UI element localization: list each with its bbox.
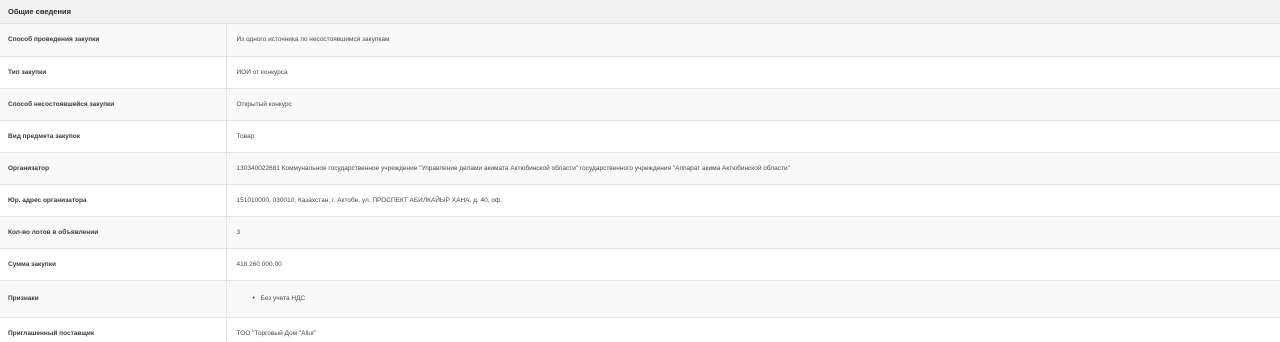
row-procurement-amount: Сумма закупки 418 260 000.00 xyxy=(0,248,1280,280)
general-info-table: Способ проведения закупки Из одного исто… xyxy=(0,24,1280,342)
row-label: Тип закупки xyxy=(0,56,227,88)
row-organizer: Организатор 130340022681 Коммунальное го… xyxy=(0,152,1280,184)
row-label: Способ проведения закупки xyxy=(0,24,227,56)
flags-list: • Без учета НДС xyxy=(237,295,1273,302)
row-value: 418 260 000.00 xyxy=(236,260,282,268)
row-lot-count: Кол-во лотов в объявлении 3 xyxy=(0,216,1280,248)
row-value: 151010000, 030010, Казахстан, г. Актобе,… xyxy=(236,196,503,204)
row-value: 3 xyxy=(236,228,241,236)
row-value: 130340022681 Коммунальное государственно… xyxy=(236,164,790,172)
row-procurement-method: Способ проведения закупки Из одного исто… xyxy=(0,24,1280,56)
row-label: Вид предмета закупок xyxy=(0,120,227,152)
row-value: ИОИ от конкурса xyxy=(236,68,288,76)
row-value: Товар xyxy=(236,132,255,140)
flag-text: Без учета НДС xyxy=(260,295,306,302)
row-label: Способ несостоявшейся закупки xyxy=(0,88,227,120)
flag-item: • Без учета НДС xyxy=(253,295,1273,302)
row-value: Открытый конкурс xyxy=(236,100,292,108)
row-value: Из одного источника по несостоявшимся за… xyxy=(236,36,390,44)
row-flags: Признаки • Без учета НДС xyxy=(0,280,1280,317)
general-info-panel: Общие сведения Способ проведения закупки… xyxy=(0,0,1280,342)
panel-header: Общие сведения xyxy=(0,0,1280,24)
row-value: • Без учета НДС xyxy=(226,280,1280,317)
row-label: Кол-во лотов в объявлении xyxy=(0,216,227,248)
row-failed-procurement-method: Способ несостоявшейся закупки Открытый к… xyxy=(0,88,1280,120)
row-label: Юр. адрес организатора xyxy=(0,184,227,216)
row-procurement-subject: Вид предмета закупок Товар xyxy=(0,120,1280,152)
row-label: Приглашенный поставщик xyxy=(0,317,227,342)
row-invited-supplier: Приглашенный поставщик ТОО "Торговый Дом… xyxy=(0,317,1280,342)
row-label: Организатор xyxy=(0,152,227,184)
row-label: Сумма закупки xyxy=(0,248,227,280)
panel-title: Общие сведения xyxy=(8,7,71,16)
row-label: Признаки xyxy=(0,280,227,317)
bullet-icon: • xyxy=(252,295,255,302)
row-organizer-address: Юр. адрес организатора 151010000, 030010… xyxy=(0,184,1280,216)
row-procurement-type: Тип закупки ИОИ от конкурса xyxy=(0,56,1280,88)
row-value: ТОО "Торговый Дом "Allur" xyxy=(236,329,317,337)
